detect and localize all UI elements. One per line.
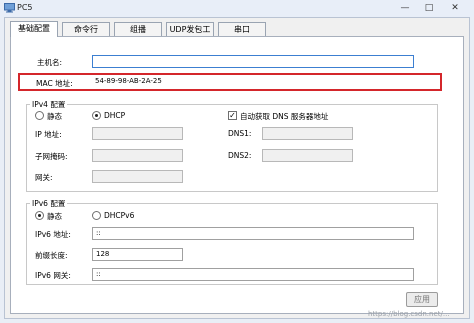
tab-command-line[interactable]: 命令行	[62, 22, 110, 36]
radio-selected-dot	[38, 214, 41, 217]
pc-app-icon	[4, 3, 15, 13]
mac-field: 54-89-98-AB-2A-25	[95, 77, 162, 85]
ipv4-mask-label: 子网掩码:	[35, 152, 68, 161]
ipv6-dhcpv6-label: DHCPv6	[104, 211, 135, 220]
ipv4-dhcp-label: DHCP	[104, 111, 126, 120]
maximize-button[interactable]: □	[420, 1, 438, 15]
ipv6-prefix-input[interactable]: 128	[92, 248, 183, 261]
watermark-text: https://blog.csdn.net/...	[368, 310, 450, 318]
ipv6-addr-label: IPv6 地址:	[35, 230, 71, 239]
ipv4-dhcp-radio[interactable]	[92, 111, 101, 120]
close-button[interactable]: ✕	[446, 1, 464, 15]
ipv6-legend: IPv6 配置	[30, 198, 68, 209]
window-title: PC5	[17, 3, 33, 12]
dns2-input	[262, 149, 353, 162]
ipv6-static-label: 静态	[47, 212, 62, 221]
dns2-label: DNS2:	[228, 151, 252, 160]
radio-selected-dot	[95, 114, 98, 117]
tab-basic-config[interactable]: 基础配置	[10, 21, 58, 37]
ipv6-gateway-input[interactable]: ::	[92, 268, 414, 281]
minimize-button[interactable]: —	[396, 1, 414, 15]
ipv4-mask-input	[92, 149, 183, 162]
mac-label: MAC 地址:	[36, 79, 73, 88]
ipv6-gateway-label: IPv6 网关:	[35, 271, 71, 280]
tab-udp-tool[interactable]: UDP发包工具	[166, 22, 214, 48]
ipv6-addr-input[interactable]: ::	[92, 227, 414, 240]
ipv4-gateway-label: 网关:	[35, 173, 53, 182]
dns1-label: DNS1:	[228, 129, 252, 138]
hostname-label: 主机名:	[37, 58, 63, 67]
auto-dns-label: 自动获取 DNS 服务器地址	[240, 112, 329, 121]
auto-dns-checkbox[interactable]: ✓	[228, 111, 237, 120]
ipv6-dhcpv6-radio[interactable]	[92, 211, 101, 220]
apply-button[interactable]: 应用	[406, 292, 438, 307]
ipv4-static-radio[interactable]	[35, 111, 44, 120]
title-bar: PC5 — □ ✕	[0, 0, 474, 17]
ipv4-gateway-input	[92, 170, 183, 183]
ipv4-legend: IPv4 配置	[30, 99, 68, 110]
ipv4-ip-input	[92, 127, 183, 140]
tab-serial[interactable]: 串口	[218, 22, 266, 36]
tab-multicast[interactable]: 组播	[114, 22, 162, 36]
ipv6-prefix-label: 前缀长度:	[35, 251, 68, 260]
dns1-input	[262, 127, 353, 140]
ipv4-static-label: 静态	[47, 112, 62, 121]
ipv4-ip-label: IP 地址:	[35, 130, 62, 139]
ipv6-static-radio[interactable]	[35, 211, 44, 220]
hostname-input[interactable]	[92, 55, 414, 68]
